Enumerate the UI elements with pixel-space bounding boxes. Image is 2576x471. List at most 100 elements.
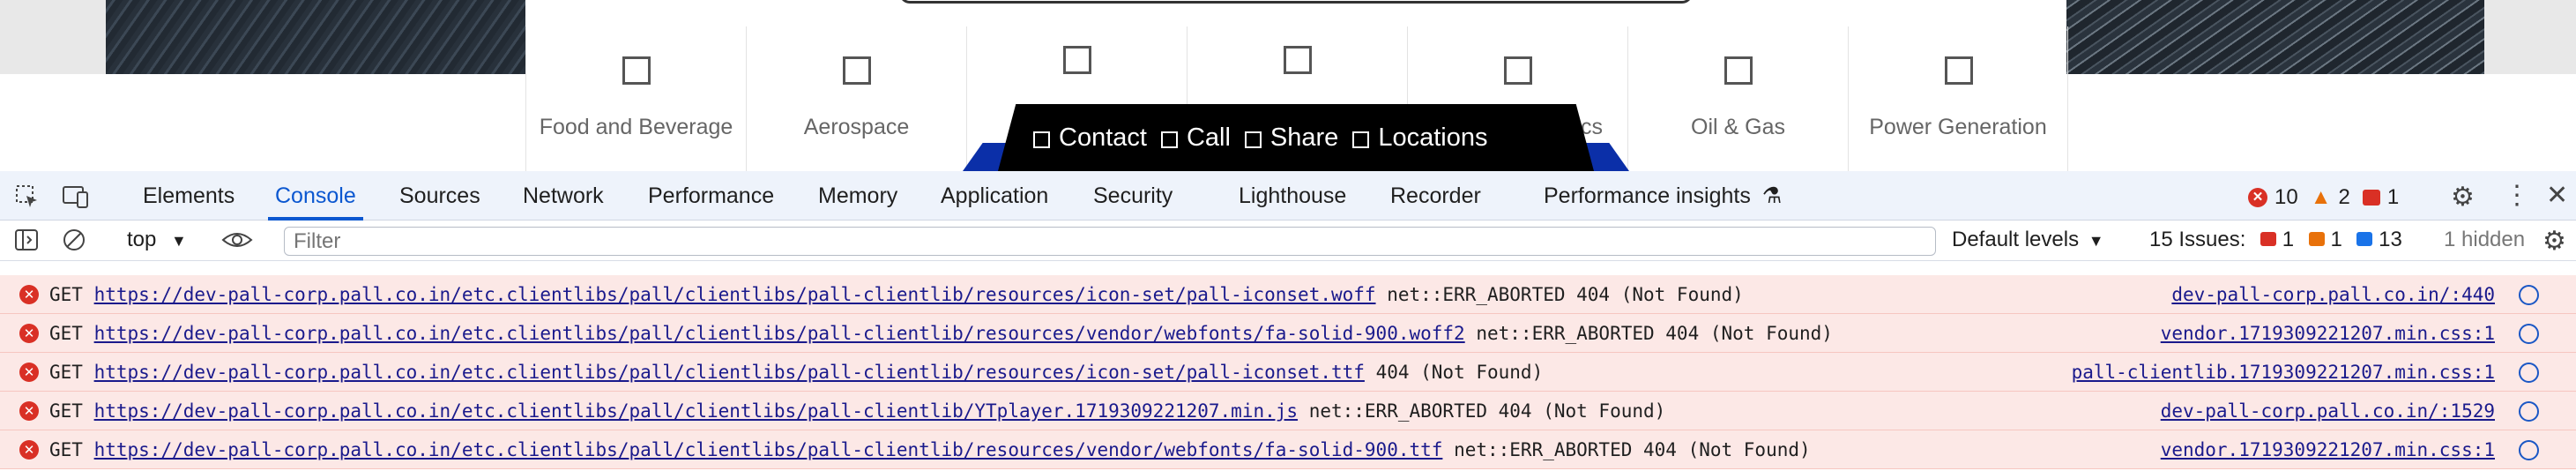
error-status: 404 (Not Found) — [1375, 362, 1544, 383]
source-link[interactable]: dev-pall-corp.pall.co.in/:1529 — [2161, 400, 2495, 422]
request-url-link[interactable]: https://dev-pall-corp.pall.co.in/etc.cli… — [94, 362, 1365, 383]
source-link[interactable]: vendor.1719309221207.min.css:1 — [2161, 323, 2495, 344]
console-settings-gear-icon[interactable]: ⚙ — [2542, 226, 2566, 257]
error-icon: ✕ — [19, 285, 39, 304]
console-messages: ✕ GET https://dev-pall-corp.pall.co.in/e… — [0, 275, 2576, 469]
device-toolbar-icon[interactable] — [62, 183, 90, 214]
request-method: GET — [49, 400, 83, 422]
network-request-icon[interactable] — [2519, 440, 2539, 460]
context-value: top — [127, 228, 157, 251]
industry-icon — [1945, 56, 1973, 85]
flask-icon: ⚗ — [1761, 183, 1783, 208]
context-selector[interactable]: top ▼ — [127, 228, 187, 252]
tab-elements[interactable]: Elements — [143, 171, 235, 221]
industry-tile[interactable]: Aerospace — [746, 26, 966, 171]
network-request-icon[interactable] — [2519, 285, 2539, 305]
industry-label: Aerospace — [803, 115, 910, 139]
error-status: net::ERR_ABORTED 404 (Not Found) — [1454, 439, 1811, 460]
source-link[interactable]: vendor.1719309221207.min.css:1 — [2161, 439, 2495, 460]
error-icon: ✕ — [19, 324, 39, 343]
error-status: net::ERR_ABORTED 404 (Not Found) — [1387, 284, 1744, 305]
error-message: GET https://dev-pall-corp.pall.co.in/etc… — [49, 400, 1665, 422]
console-error-row[interactable]: ✕ GET https://dev-pall-corp.pall.co.in/e… — [0, 314, 2576, 353]
industry-label: Food and Beverage — [539, 115, 733, 139]
tab-memory[interactable]: Memory — [818, 171, 897, 221]
network-request-icon[interactable] — [2519, 363, 2539, 383]
location-icon — [1352, 131, 1370, 148]
error-message: GET https://dev-pall-corp.pall.co.in/etc… — [49, 284, 1744, 305]
console-error-row[interactable]: ✕ GET https://dev-pall-corp.pall.co.in/e… — [0, 430, 2576, 469]
request-url-link[interactable]: https://dev-pall-corp.pall.co.in/etc.cli… — [94, 400, 1298, 422]
industry-icon — [1504, 56, 1532, 85]
issue-info-icon — [2356, 232, 2373, 246]
industry-tile[interactable]: Power Generation — [1848, 26, 2068, 171]
error-icon: ✕ — [19, 401, 39, 421]
contact-link[interactable]: Contact — [1033, 123, 1147, 153]
request-url-link[interactable]: https://dev-pall-corp.pall.co.in/etc.cli… — [94, 323, 1465, 344]
tab-security[interactable]: Security — [1093, 171, 1173, 221]
tab-performance[interactable]: Performance — [648, 171, 774, 221]
locations-link[interactable]: Locations — [1352, 123, 1487, 153]
error-count: 10 — [2274, 185, 2298, 209]
network-request-icon[interactable] — [2519, 324, 2539, 344]
dropdown-arrow-icon: ▼ — [2088, 232, 2104, 250]
issues-counter[interactable]: 15 Issues: 1 1 13 — [2149, 228, 2402, 252]
tab-sources[interactable]: Sources — [399, 171, 480, 221]
tab-application[interactable]: Application — [941, 171, 1048, 221]
close-devtools-icon[interactable]: ✕ — [2546, 180, 2568, 211]
console-error-row[interactable]: ✕ GET https://dev-pall-corp.pall.co.in/e… — [0, 275, 2576, 314]
contact-bar: Contact Call Share Locations — [998, 104, 1594, 171]
request-url-link[interactable]: https://dev-pall-corp.pall.co.in/etc.cli… — [94, 439, 1443, 460]
request-method: GET — [49, 362, 83, 383]
tab-performance-insights-label: Performance insights — [1544, 183, 1751, 208]
live-expression-eye-icon[interactable] — [220, 226, 254, 258]
console-filter-input[interactable] — [284, 227, 1936, 256]
issues-error-count: 1 — [2282, 228, 2295, 251]
console-error-row[interactable]: ✕ GET https://dev-pall-corp.pall.co.in/e… — [0, 392, 2576, 430]
source-link[interactable]: dev-pall-corp.pall.co.in/:440 — [2171, 284, 2495, 305]
page-background-left — [0, 0, 106, 74]
industry-icon — [622, 56, 651, 85]
industry-label: Power Generation — [1869, 115, 2047, 139]
source-link[interactable]: pall-clientlib.1719309221207.min.css:1 — [2072, 362, 2495, 383]
industry-tile[interactable]: Oil & Gas — [1627, 26, 1848, 171]
share-link[interactable]: Share — [1244, 123, 1338, 153]
phone-icon — [1160, 131, 1178, 148]
industry-icon — [843, 56, 871, 85]
network-request-icon[interactable] — [2519, 401, 2539, 422]
error-icon: ✕ — [19, 363, 39, 382]
issues-info-count: 13 — [2379, 228, 2402, 251]
call-label: Call — [1186, 123, 1231, 152]
issue-error-icon — [2260, 232, 2277, 246]
sidebar-toggle-icon[interactable] — [14, 228, 39, 257]
hidden-count: 1 hidden — [2444, 228, 2526, 251]
error-message: GET https://dev-pall-corp.pall.co.in/etc… — [49, 362, 1543, 383]
industry-icon — [1724, 56, 1753, 85]
industry-icon — [1284, 46, 1312, 74]
log-levels-dropdown[interactable]: Default levels ▼ — [1952, 228, 2104, 252]
industry-label: Oil & Gas — [1691, 115, 1785, 139]
website-viewport: Food and Beverage Aerospace C cs Oil & G… — [0, 0, 2576, 171]
tab-performance-insights[interactable]: Performance insights ⚗ — [1544, 171, 1782, 221]
console-counts[interactable]: ✕ 10 ▲ 2 1 — [2248, 185, 2399, 210]
tab-lighthouse[interactable]: Lighthouse — [1239, 171, 1346, 221]
tab-recorder[interactable]: Recorder — [1390, 171, 1481, 221]
settings-gear-icon[interactable]: ⚙ — [2451, 182, 2475, 213]
inspect-element-icon[interactable] — [14, 183, 41, 214]
tab-console[interactable]: Console — [268, 171, 363, 221]
industry-tile[interactable]: Food and Beverage — [525, 26, 746, 171]
industry-icon — [1063, 46, 1091, 74]
warning-icon: ▲ — [2310, 185, 2332, 209]
issues-warning-count: 1 — [2330, 228, 2342, 251]
console-error-row[interactable]: ✕ GET https://dev-pall-corp.pall.co.in/e… — [0, 353, 2576, 392]
error-message: GET https://dev-pall-corp.pall.co.in/etc… — [49, 323, 1833, 344]
clear-console-icon[interactable] — [62, 228, 86, 257]
request-url-link[interactable]: https://dev-pall-corp.pall.co.in/etc.cli… — [94, 284, 1376, 305]
devtools-panel: Elements Console Sources Network Perform… — [0, 171, 2576, 471]
issue-warning-icon — [2308, 232, 2325, 246]
tab-network[interactable]: Network — [523, 171, 604, 221]
more-options-icon[interactable]: ⋮ — [2504, 180, 2530, 211]
issues-label: 15 Issues: — [2149, 228, 2246, 251]
error-status: net::ERR_ABORTED 404 (Not Found) — [1308, 400, 1666, 422]
call-link[interactable]: Call — [1160, 123, 1231, 153]
